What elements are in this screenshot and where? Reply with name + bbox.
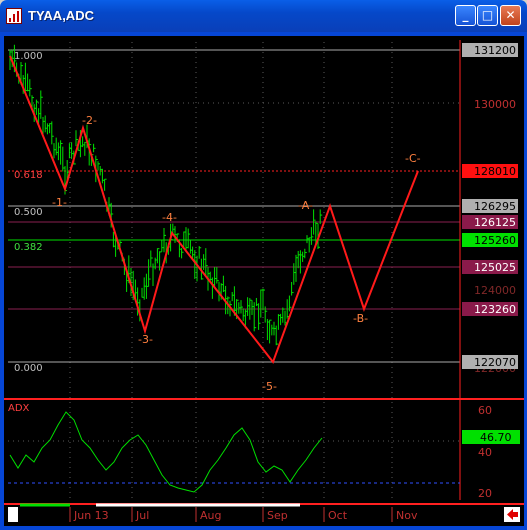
axis-label-123260: 123260 — [474, 303, 516, 316]
adx-title: ADX — [8, 403, 30, 414]
axis-label-126295: 126295 — [474, 200, 516, 213]
axis-tick-124000-hidden: 124000 — [474, 284, 516, 297]
date-label-nov: Nov — [396, 509, 418, 522]
wave-label-5: -5- — [262, 380, 277, 393]
date-label-jul: Jul — [135, 509, 149, 522]
scroll-left-icon[interactable] — [504, 507, 520, 522]
axis-label-131200: 131200 — [474, 44, 516, 57]
adx-axis-40: 40 — [478, 446, 492, 459]
fib-label-1000: 1.000 — [14, 51, 43, 62]
wave-label-C: -C- — [405, 152, 421, 165]
fib-label-0382: 0.382 — [14, 242, 43, 253]
date-label-aug: Aug — [200, 509, 221, 522]
fib-label-0000: 0.000 — [14, 363, 43, 374]
scroll-handle[interactable] — [8, 507, 18, 522]
wave-label-3: -3- — [138, 333, 153, 346]
adx-axis-20: 20 — [478, 487, 492, 500]
axis-label-130000: 130000 — [474, 98, 516, 111]
chart-background — [4, 36, 524, 526]
fib-label-0618: 0.618 — [14, 170, 43, 181]
wave-label-B: -B- — [353, 312, 368, 325]
fib-label-0500: 0.500 — [14, 207, 43, 218]
axis-label-125260: 125260 — [474, 234, 516, 247]
date-label-jun13: Jun 13 — [73, 509, 109, 522]
adx-axis-60: 60 — [478, 404, 492, 417]
adx-current-value: 46.70 — [480, 431, 512, 444]
axis-label-122070: 122070 — [474, 356, 516, 369]
wave-label-A: -A- — [298, 199, 313, 212]
date-label-oct: Oct — [328, 509, 348, 522]
date-label-sep: Sep — [267, 509, 288, 522]
chart-area[interactable]: 1.000 0.618 0.500 0.382 0.000 -1- -2- -3… — [0, 0, 527, 530]
wave-label-1: -1- — [52, 196, 67, 209]
wave-label-4: -4- — [162, 211, 177, 224]
axis-label-126125: 126125 — [474, 216, 516, 229]
axis-label-125025: 125025 — [474, 261, 516, 274]
axis-label-128010: 128010 — [474, 165, 516, 178]
wave-label-2: -2- — [82, 114, 97, 127]
